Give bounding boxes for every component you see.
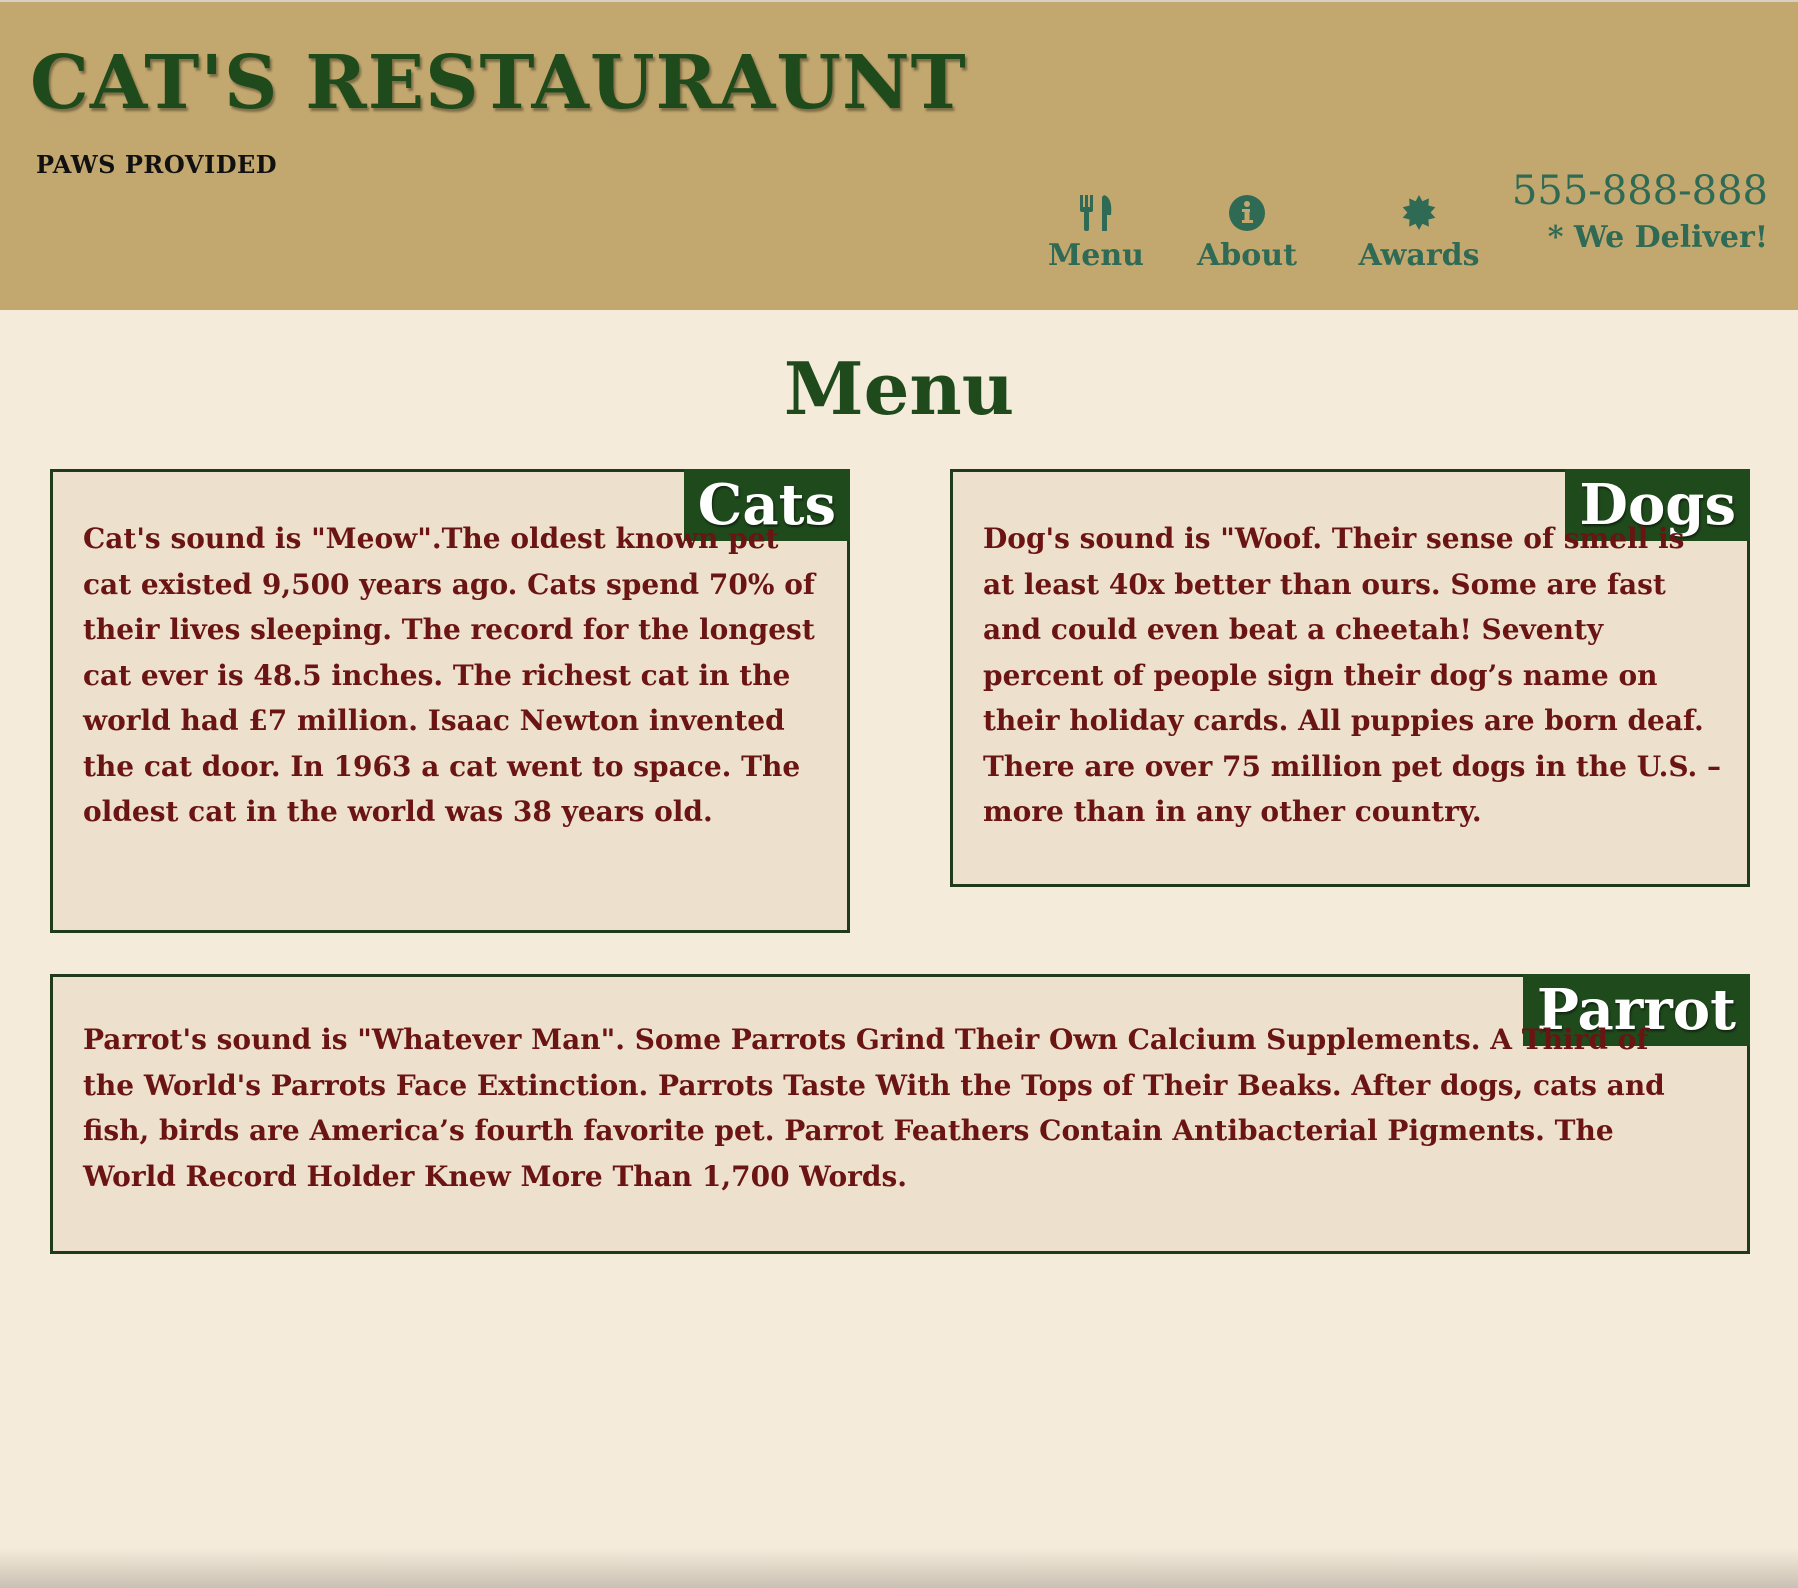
delivery-note: * We Deliver!	[1547, 220, 1768, 255]
card-text-dogs: Dog's sound is "Woof. Their sense of sme…	[983, 522, 1722, 828]
fork-knife-icon	[1078, 190, 1114, 236]
site-header: CAT'S RESTAURAUNT PAWS PROVIDED Menu Abo…	[0, 0, 1798, 310]
info-icon	[1228, 190, 1266, 236]
cats-card: Cats Cat's sound is "Meow".The oldest kn…	[50, 469, 850, 933]
card-text-parrot: Parrot's sound is "Whatever Man". Some P…	[83, 1023, 1665, 1193]
nav-awards-link[interactable]: Awards	[1352, 190, 1486, 273]
bottom-shadow	[0, 1548, 1798, 1588]
nav-about-link[interactable]: About	[1197, 190, 1297, 273]
page-heading: Menu	[783, 346, 1015, 431]
parrot-card: Parrot Parrot's sound is "Whatever Man".…	[50, 974, 1750, 1254]
nav-menu-label: Menu	[1048, 238, 1144, 273]
dogs-card: Dogs Dog's sound is "Woof. Their sense o…	[950, 469, 1750, 887]
nav-about-label: About	[1197, 238, 1297, 273]
phone-number[interactable]: 555-888-888	[1512, 168, 1768, 214]
site-title: CAT'S RESTAURAUNT	[30, 40, 967, 126]
site-tagline: PAWS PROVIDED	[36, 150, 278, 179]
nav-menu-link[interactable]: Menu	[1048, 190, 1144, 273]
card-text-cats: Cat's sound is "Meow".The oldest known p…	[83, 522, 815, 828]
nav-awards-label: Awards	[1358, 238, 1480, 273]
badge-icon	[1400, 190, 1438, 236]
